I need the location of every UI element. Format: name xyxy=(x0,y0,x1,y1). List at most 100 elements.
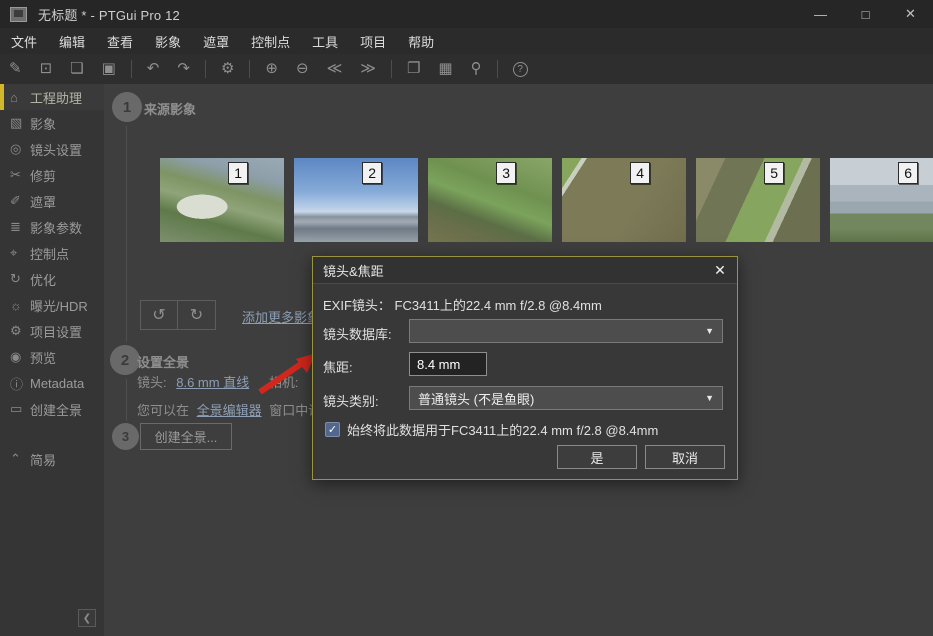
menu-help[interactable]: 帮助 xyxy=(397,28,445,54)
panorama-editor-icon[interactable]: ❐ xyxy=(398,54,429,84)
cancel-button[interactable]: 取消 xyxy=(645,445,725,469)
exif-lens-row: EXIF镜头： FC3411上的22.4 mm f/2.8 @8.4mm xyxy=(323,295,602,314)
sidebar-item-control-points[interactable]: ⌖ 控制点 xyxy=(0,240,104,266)
pin-icon: ⌖ xyxy=(10,245,30,261)
sidebar-item-label: 工程助理 xyxy=(30,88,82,107)
step-1-circle: 1 xyxy=(112,92,142,122)
sidebar-item-optimizer[interactable]: ↻ 优化 xyxy=(0,266,104,292)
image-number-badge: 5 xyxy=(764,162,784,184)
source-image-thumbnail[interactable]: 5 xyxy=(696,158,820,242)
chevron-down-icon: ▼ xyxy=(705,393,714,403)
sun-icon: ☼ xyxy=(10,298,30,313)
toolbar-separator xyxy=(131,60,132,78)
sidebar-item-label: 影象 xyxy=(30,114,56,133)
undo-icon[interactable]: ↶ xyxy=(138,54,169,84)
toolbar-separator xyxy=(391,60,392,78)
lens-link[interactable]: 8.6 mm 直线 xyxy=(176,375,249,390)
menu-control-points[interactable]: 控制点 xyxy=(240,28,301,54)
sidebar-item-label: 修剪 xyxy=(30,166,56,185)
source-image-thumbnail[interactable]: 6 xyxy=(830,158,933,242)
sidebar-item-label: 创建全景 xyxy=(30,400,82,419)
zoom-out-icon[interactable]: ⊖ xyxy=(287,54,318,84)
lens-type-select[interactable]: 普通镜头 (不是鱼眼) ▼ xyxy=(409,386,723,410)
dialog-title: 镜头&焦距 xyxy=(323,261,384,280)
chevron-up-icon: ⌃ xyxy=(10,451,30,467)
sidebar-item-label: Metadata xyxy=(30,376,84,391)
step-3-circle: 3 xyxy=(112,423,139,450)
zoom-in-icon[interactable]: ⊕ xyxy=(256,54,287,84)
rotate-cw-button[interactable]: ↻ xyxy=(178,300,216,330)
lens-label: 镜头: xyxy=(137,375,167,390)
save-project-icon[interactable]: ▣ xyxy=(93,54,125,84)
previous-icon[interactable]: ≪ xyxy=(318,54,352,84)
menu-mask[interactable]: 遮罩 xyxy=(192,28,240,54)
sidebar-item-label: 简易 xyxy=(30,450,56,469)
sidebar-item-lens-settings[interactable]: ◎ 镜头设置 xyxy=(0,136,104,162)
always-use-checkbox[interactable]: ✓ xyxy=(325,422,340,437)
source-image-thumbnail[interactable]: 3 xyxy=(428,158,552,242)
yes-button[interactable]: 是 xyxy=(557,445,637,469)
app-icon xyxy=(10,7,27,22)
gear-icon: ⚙ xyxy=(10,323,30,339)
detail-viewer-icon[interactable]: ▦ xyxy=(429,54,461,84)
open-project-icon[interactable]: ⊡ xyxy=(31,54,62,84)
new-project-icon[interactable]: ✎ xyxy=(0,54,31,84)
eye-icon: ◉ xyxy=(10,349,30,365)
crop-icon: ✂ xyxy=(10,167,30,183)
sidebar-item-label: 项目设置 xyxy=(30,322,82,341)
dialog-title-bar: 镜头&焦距 ✕ xyxy=(313,257,737,284)
source-image-strip: 1 2 3 4 5 6 xyxy=(160,158,933,242)
lens-icon: ◎ xyxy=(10,141,30,157)
toolbar-separator xyxy=(205,60,206,78)
always-use-label: 始终将此数据用于FC3411上的22.4 mm f/2.8 @8.4mm xyxy=(347,420,658,439)
sidebar-item-mask[interactable]: ✐ 遮罩 xyxy=(0,188,104,214)
source-image-thumbnail[interactable]: 2 xyxy=(294,158,418,242)
apply-template-icon[interactable]: ❏ xyxy=(61,54,92,84)
menu-project[interactable]: 项目 xyxy=(349,28,397,54)
sidebar-item-image-parameters[interactable]: ≣ 影象参数 xyxy=(0,214,104,240)
sidebar-item-project-settings[interactable]: ⚙ 项目设置 xyxy=(0,318,104,344)
maximize-button[interactable]: □ xyxy=(843,0,888,28)
menu-tools[interactable]: 工具 xyxy=(301,28,349,54)
toolbar-separator xyxy=(497,60,498,78)
editor-hint-row: 您可以在 全景编辑器 窗口中调 xyxy=(137,400,321,419)
settings-icon[interactable]: ⚙ xyxy=(212,54,243,84)
sidebar-item-preview[interactable]: ◉ 预览 xyxy=(0,344,104,370)
editor-hint-prefix: 您可以在 xyxy=(137,403,189,418)
menu-edit[interactable]: 编辑 xyxy=(48,28,96,54)
sidebar-collapse-button[interactable]: ❮ xyxy=(78,609,96,627)
menu-file[interactable]: 文件 xyxy=(0,28,48,54)
source-image-thumbnail[interactable]: 1 xyxy=(160,158,284,242)
sidebar-item-exposure-hdr[interactable]: ☼ 曝光/HDR xyxy=(0,292,104,318)
dialog-close-icon[interactable]: ✕ xyxy=(703,257,737,284)
menu-view[interactable]: 查看 xyxy=(96,28,144,54)
toolbar: ✎ ⊡ ❏ ▣ ↶ ↷ ⚙ ⊕ ⊖ ≪ ≫ ❐ ▦ ⚲ ? xyxy=(0,54,933,84)
sidebar-item-project-assistant[interactable]: ⌂ 工程助理 xyxy=(0,84,104,110)
sidebar-item-images[interactable]: ▧ 影象 xyxy=(0,110,104,136)
focal-length-input[interactable]: 8.4 mm xyxy=(409,352,487,376)
sidebar-item-label: 影象参数 xyxy=(30,218,82,237)
lightbulb-icon[interactable]: ⚲ xyxy=(462,54,491,84)
sidebar-item-create-panorama[interactable]: ▭ 创建全景 xyxy=(0,396,104,422)
toolbar-separator xyxy=(249,60,250,78)
next-icon[interactable]: ≫ xyxy=(351,54,385,84)
menu-images[interactable]: 影象 xyxy=(144,28,192,54)
help-icon[interactable]: ? xyxy=(513,62,528,77)
lens-database-select[interactable]: ▼ xyxy=(409,319,723,343)
sidebar-item-metadata[interactable]: ⓘ Metadata xyxy=(0,370,104,396)
panorama-editor-link[interactable]: 全景编辑器 xyxy=(197,403,262,418)
close-button[interactable]: ✕ xyxy=(888,0,933,28)
source-image-thumbnail[interactable]: 4 xyxy=(562,158,686,242)
image-number-badge: 3 xyxy=(496,162,516,184)
exif-lens-value: FC3411上的22.4 mm f/2.8 @8.4mm xyxy=(395,298,602,313)
redo-icon[interactable]: ↷ xyxy=(168,54,199,84)
minimize-button[interactable]: — xyxy=(798,0,843,28)
sidebar-item-crop[interactable]: ✂ 修剪 xyxy=(0,162,104,188)
step-connector xyxy=(126,379,127,421)
add-more-images-link[interactable]: 添加更多影象 xyxy=(242,307,320,326)
lens-database-label: 镜头数据库: xyxy=(323,324,392,343)
create-panorama-button[interactable]: 创建全景... xyxy=(140,423,232,450)
sidebar-item-simple-mode[interactable]: ⌃ 简易 xyxy=(0,446,104,472)
home-icon: ⌂ xyxy=(10,90,30,105)
rotate-ccw-button[interactable]: ↺ xyxy=(140,300,178,330)
